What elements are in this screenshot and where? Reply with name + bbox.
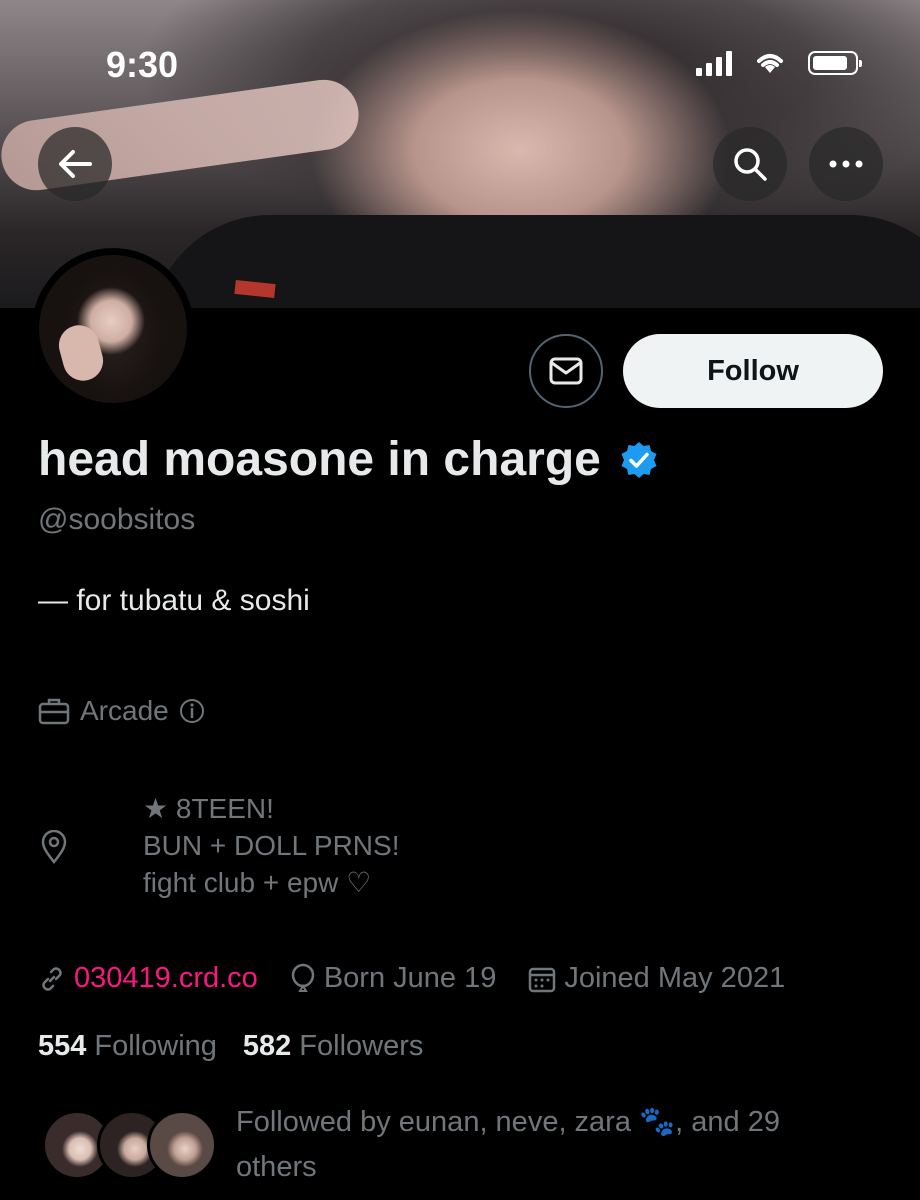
calendar-icon [529,967,556,992]
following-label: Following [94,1030,217,1062]
wifi-icon [757,54,783,73]
battery-icon [808,51,862,75]
location-line: BUN + DOLL PRNS! [143,830,400,861]
birthday-text: Born June 19 [323,962,497,994]
status-time: 9:30 [106,44,179,85]
website-item[interactable]: 030419.crd.co [38,962,258,995]
location-text: ★ 8TEEN! BUN + DOLL PRNS! fight club + e… [143,790,399,901]
back-button[interactable] [38,127,112,201]
website-link[interactable]: 030419.crd.co [74,962,258,995]
message-button[interactable] [529,334,603,408]
more-button[interactable] [809,127,883,201]
link-icon [42,966,62,991]
followers-link[interactable]: 582 Followers [243,1030,423,1063]
follow-counts: 554 Following 582 Followers [38,1030,423,1063]
joined-item: Joined May 2021 [528,962,785,995]
follow-button[interactable]: Follow [623,334,883,408]
followed-by-text[interactable]: Followed by eunan, neve, zara 🐾, and 29 … [236,1100,836,1190]
profile-meta-row: 030419.crd.co Born June 19 Joined May 20… [38,962,817,995]
verified-badge-icon[interactable] [619,440,659,480]
envelope-icon [549,357,583,385]
display-name-row: head moasone in charge [38,432,659,487]
birthday-item: Born June 19 [290,962,497,995]
following-count: 554 [38,1030,87,1062]
followed-by-avatars[interactable] [42,1110,217,1186]
joined-text: Joined May 2021 [564,962,786,994]
search-button[interactable] [713,127,787,201]
followers-label: Followers [299,1030,424,1062]
more-dots-icon [829,160,863,168]
avatar-photo [39,255,187,403]
professional-category[interactable]: Arcade [38,695,205,727]
briefcase-icon [38,698,70,725]
search-icon [734,148,767,181]
location-line: fight club + epw ♡ [143,867,372,898]
status-icons [696,50,862,76]
following-link[interactable]: 554 Following [38,1030,217,1063]
arrow-left-icon [59,150,92,178]
status-bar: 9:30 [0,44,920,85]
balloon-icon [291,963,315,992]
followed-by-prefix: Followed by eunan, neve, zara [236,1106,631,1138]
username-handle: @soobsitos [38,503,196,536]
info-icon[interactable] [179,698,205,724]
location-pin-icon [41,830,67,864]
paw-icon: 🐾 [639,1106,676,1138]
display-name: head moasone in charge [38,433,601,486]
follower-avatar [147,1110,217,1180]
profile-bio: — for tubatu & soshi [38,584,310,617]
profile-avatar[interactable] [32,248,194,410]
professional-category-label: Arcade [80,695,169,726]
followers-count: 582 [242,1030,292,1062]
location-line: ★ 8TEEN! [143,793,274,824]
signal-icon [696,50,732,76]
